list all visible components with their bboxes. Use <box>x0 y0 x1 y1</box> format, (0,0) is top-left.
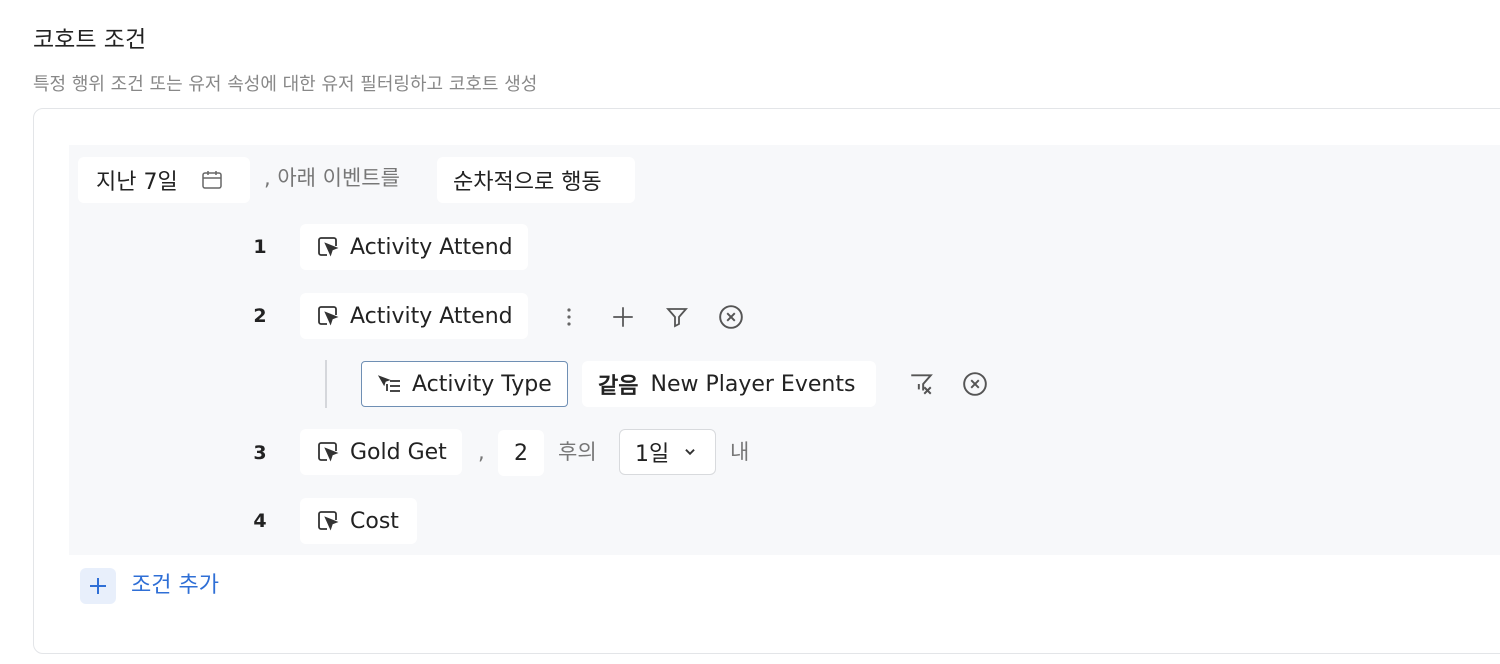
event-chip[interactable]: Activity Attend <box>300 224 528 270</box>
property-name: Activity Type <box>412 371 552 397</box>
event-chip[interactable]: Activity Attend <box>300 293 528 339</box>
page-title: 코호트 조건 <box>33 27 147 53</box>
event-name: Activity Attend <box>350 234 513 260</box>
step-number: 4 <box>253 510 267 532</box>
period-picker[interactable]: 지난 7일 <box>78 157 250 203</box>
more-vertical-icon[interactable] <box>553 301 585 333</box>
event-name: Cost <box>350 508 399 534</box>
filter-value-chip[interactable]: 같음 New Player Events <box>582 361 876 407</box>
filter-icon[interactable] <box>661 301 693 333</box>
period-label: 지난 7일 <box>96 170 178 195</box>
property-chip[interactable]: Activity Type <box>361 361 568 407</box>
condition-connector: , 아래 이벤트를 <box>264 166 400 190</box>
close-circle-icon[interactable] <box>959 368 991 400</box>
time-window-value: 1일 <box>635 442 670 467</box>
sequence-mode-selector[interactable]: 순차적으로 행동 <box>437 157 635 203</box>
step-number: 1 <box>253 236 267 258</box>
filter-indent-line <box>325 360 327 408</box>
condition-panel <box>69 145 1500 555</box>
within-label: 내 <box>730 440 750 464</box>
event-name: Activity Attend <box>350 303 513 329</box>
after-label: 후의 <box>558 440 597 464</box>
filter-clear-icon[interactable] <box>905 368 937 400</box>
event-cursor-icon <box>316 304 340 328</box>
add-condition-button[interactable] <box>80 568 116 604</box>
calendar-icon <box>200 168 224 192</box>
time-window-select[interactable]: 1일 <box>619 429 716 475</box>
event-cursor-icon <box>316 235 340 259</box>
event-chip[interactable]: Cost <box>300 498 417 544</box>
event-cursor-icon <box>316 509 340 533</box>
timing-comma: , <box>478 440 485 464</box>
event-cursor-icon <box>316 440 340 464</box>
chevron-down-icon <box>683 445 697 459</box>
sequence-mode-label: 순차적으로 행동 <box>453 170 602 195</box>
step-number: 2 <box>253 305 267 327</box>
event-name: Gold Get <box>350 439 447 465</box>
count-input[interactable]: 2 <box>498 430 544 476</box>
event-chip[interactable]: Gold Get <box>300 429 462 475</box>
page-subtitle: 특정 행위 조건 또는 유저 속성에 대한 유저 필터링하고 코호트 생성 <box>33 74 538 95</box>
filter-value: New Player Events <box>650 371 856 397</box>
filter-operator: 같음 <box>598 374 639 399</box>
plus-icon[interactable] <box>607 301 639 333</box>
close-circle-icon[interactable] <box>715 301 747 333</box>
property-list-icon <box>378 372 402 396</box>
plus-icon <box>86 574 110 598</box>
add-condition-label[interactable]: 조건 추가 <box>131 566 219 606</box>
step-number: 3 <box>253 442 267 464</box>
